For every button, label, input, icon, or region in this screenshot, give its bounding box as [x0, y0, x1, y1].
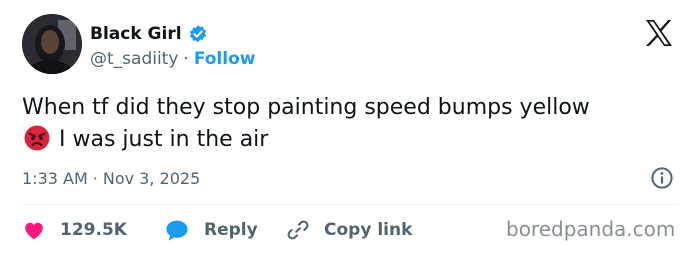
tweet-text-part2: I was just in the air: [59, 127, 269, 152]
reply-bubble-icon: [166, 220, 188, 241]
verified-badge-icon: [189, 25, 206, 43]
info-icon[interactable]: [650, 166, 674, 190]
copy-link-label: Copy link: [324, 220, 413, 240]
divider: [22, 204, 678, 205]
action-bar: 129.5K Reply Copy link: [22, 215, 486, 245]
reply-button[interactable]: Reply: [164, 218, 286, 242]
tweet-card: Black Girl @t_sadiity · Follow When tf d…: [0, 0, 700, 256]
reply-label: Reply: [204, 220, 258, 240]
like-count: 129.5K: [60, 220, 127, 240]
x-logo-icon[interactable]: [644, 18, 674, 48]
link-icon: [287, 220, 309, 240]
like-button[interactable]: 129.5K: [22, 218, 164, 242]
follow-button[interactable]: Follow: [194, 49, 256, 69]
tweet-text: When tf did they stop painting speed bum…: [22, 92, 622, 156]
tweet-time[interactable]: 1:33 AM: [22, 169, 88, 188]
copy-link-button[interactable]: Copy link: [286, 218, 486, 242]
meta-separator: ·: [92, 168, 98, 188]
tweet-text-part1: When tf did they stop painting speed bum…: [22, 95, 590, 120]
tweet-date[interactable]: Nov 3, 2025: [103, 169, 200, 188]
handle-row: @t_sadiity · Follow: [90, 48, 255, 70]
angry-face-emoji-icon: [24, 125, 50, 151]
separator-dot: ·: [183, 49, 189, 69]
name-row: Black Girl: [90, 22, 208, 46]
tweet-meta: 1:33 AM · Nov 3, 2025: [22, 165, 200, 191]
watermark: boredpanda.com: [506, 217, 676, 241]
avatar[interactable]: [22, 14, 82, 74]
heart-icon: [25, 222, 43, 240]
user-handle[interactable]: @t_sadiity: [90, 49, 178, 69]
display-name[interactable]: Black Girl: [90, 24, 182, 44]
